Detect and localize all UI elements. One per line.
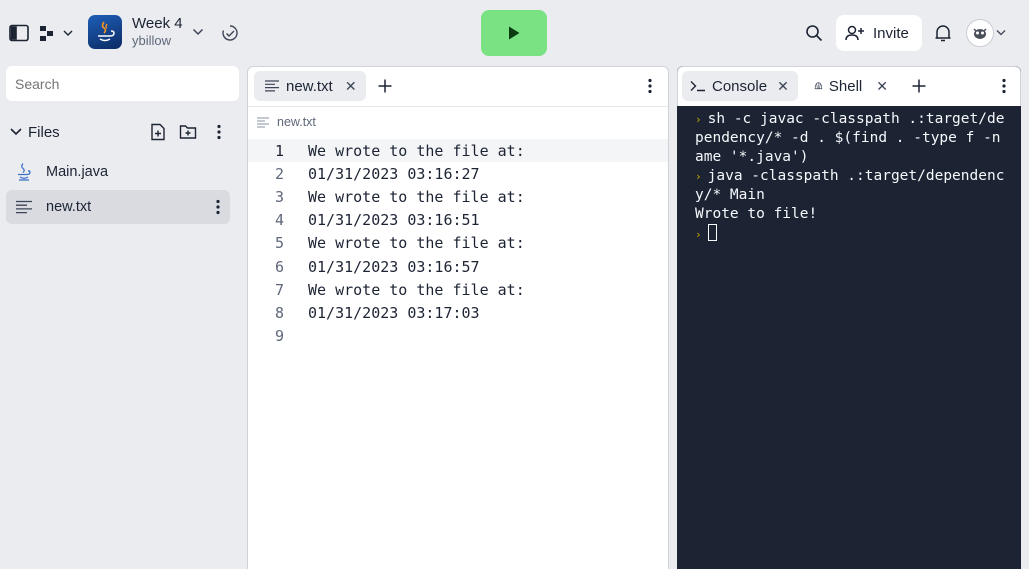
add-user-icon [845,25,864,41]
file-name: Main.java [46,164,109,180]
line-text: 01/31/2023 03:16:57 [308,257,480,276]
file-item-new-txt[interactable]: new.txt [6,190,230,224]
line-text: We wrote to the file at: [308,187,525,206]
search-icon[interactable] [803,22,825,44]
close-icon[interactable]: ✕ [876,78,888,95]
bell-icon[interactable] [932,22,954,44]
close-icon[interactable]: ✕ [777,78,789,95]
file-menu-icon[interactable] [214,198,222,216]
add-tab-icon[interactable] [909,76,929,96]
repl-avatar[interactable] [88,15,122,49]
text-file-icon [257,116,269,128]
chevron-down-icon[interactable] [995,25,1007,39]
text-file-icon [265,80,279,92]
editor-tab-bar: new.txt ✕ [248,67,668,107]
chevron-down-icon[interactable] [10,127,22,137]
console-tab-bar: Console ✕ Shell ✕ [677,66,1021,106]
user-avatar[interactable] [966,19,994,47]
saved-status-icon[interactable] [220,23,240,43]
console-output[interactable]: › sh -c javac -classpath .:target/depende… [695,110,1007,244]
console-text: Wrote to file! [695,206,818,222]
console-input-line[interactable]: › [695,224,1007,244]
code-line[interactable]: 2 01/31/2023 03:16:27 [248,162,668,185]
console-pane: Console ✕ Shell ✕ › sh -c javac -classpat… [677,66,1021,569]
code-line[interactable]: 4 01/31/2023 03:16:51 [248,209,668,232]
chevron-down-icon[interactable] [190,24,206,40]
files-menu-icon[interactable] [209,122,229,142]
repl-owner: ybillow [132,33,172,48]
line-number: 3 [274,187,284,206]
prompt-icon: › [695,170,702,183]
file-name: new.txt [46,199,92,215]
breadcrumb: new.txt [256,113,316,131]
line-number: 5 [274,234,284,253]
tab-label: Shell [828,77,863,95]
text-cursor [707,224,717,241]
search-input[interactable] [6,66,239,101]
terminal-icon [690,81,705,92]
line-number: 1 [274,141,284,160]
java-icon [14,162,34,182]
console-text: sh -c javac -classpath .:target/dependen… [695,111,1005,165]
invite-label: Invite [873,24,909,42]
tab-new-txt[interactable]: new.txt ✕ [254,71,366,101]
tab-label: Console [712,77,768,95]
line-text: 01/31/2023 03:17:03 [308,303,480,322]
line-number: 4 [274,211,284,230]
breadcrumb-file[interactable]: new.txt [277,115,316,129]
invite-button[interactable]: Invite [836,15,922,51]
new-folder-icon[interactable] [178,122,198,142]
line-text: We wrote to the file at: [308,280,525,299]
console-line: Wrote to file! [695,205,1007,224]
line-text: We wrote to the file at: [308,141,525,160]
top-bar: Week 4 ybillow Invite [0,0,1029,66]
pane-menu-icon[interactable] [646,76,654,96]
line-number: 9 [274,327,284,346]
code-editor[interactable]: 1 We wrote to the file at: 2 01/31/2023 03:… [248,139,668,348]
files-header[interactable]: Files [6,118,239,146]
code-line[interactable]: 7 We wrote to the file at: [248,278,668,301]
run-button[interactable] [481,10,547,56]
console-text: java -classpath .:target/dependency/* Ma… [695,168,1005,203]
code-line[interactable]: 3 We wrote to the file at: [248,185,668,208]
line-text: 01/31/2023 03:16:27 [308,164,480,183]
tab-label: new.txt [286,77,333,95]
prompt-icon: › [695,113,702,126]
line-text: We wrote to the file at: [308,234,525,253]
console-line: › sh -c javac -classpath .:target/depende… [695,110,1007,167]
code-line[interactable]: 8 01/31/2023 03:17:03 [248,301,668,324]
line-number: 6 [274,257,284,276]
code-line[interactable]: 5 We wrote to the file at: [248,232,668,255]
sidebar-toggle-icon[interactable] [8,22,30,44]
close-icon[interactable]: ✕ [345,78,357,95]
shell-icon [814,82,823,90]
console-line: › java -classpath .:target/dependency/* M… [695,167,1007,205]
code-line[interactable]: 6 01/31/2023 03:16:57 [248,255,668,278]
line-text: 01/31/2023 03:16:51 [308,211,480,230]
file-item-main-java[interactable]: Main.java [6,155,230,189]
code-line[interactable]: 1 We wrote to the file at: [248,139,668,163]
line-number: 8 [274,303,284,322]
add-tab-icon[interactable] [375,76,395,96]
code-line[interactable]: 9 [248,325,668,348]
tab-shell[interactable]: Shell ✕ [806,71,896,101]
branch-icon[interactable] [38,22,76,44]
line-number: 7 [274,280,284,299]
play-icon [509,26,520,40]
text-file-icon [14,197,34,217]
line-number: 2 [274,164,284,183]
repl-title[interactable]: Week 4 [132,15,183,32]
new-file-icon[interactable] [148,122,168,142]
editor-pane: new.txt ✕ new.txt 1 We wrote to the file … [247,66,669,569]
files-label: Files [28,123,60,141]
tab-console[interactable]: Console ✕ [682,71,798,101]
pane-menu-icon[interactable] [1000,76,1008,96]
prompt-icon: › [695,228,702,241]
